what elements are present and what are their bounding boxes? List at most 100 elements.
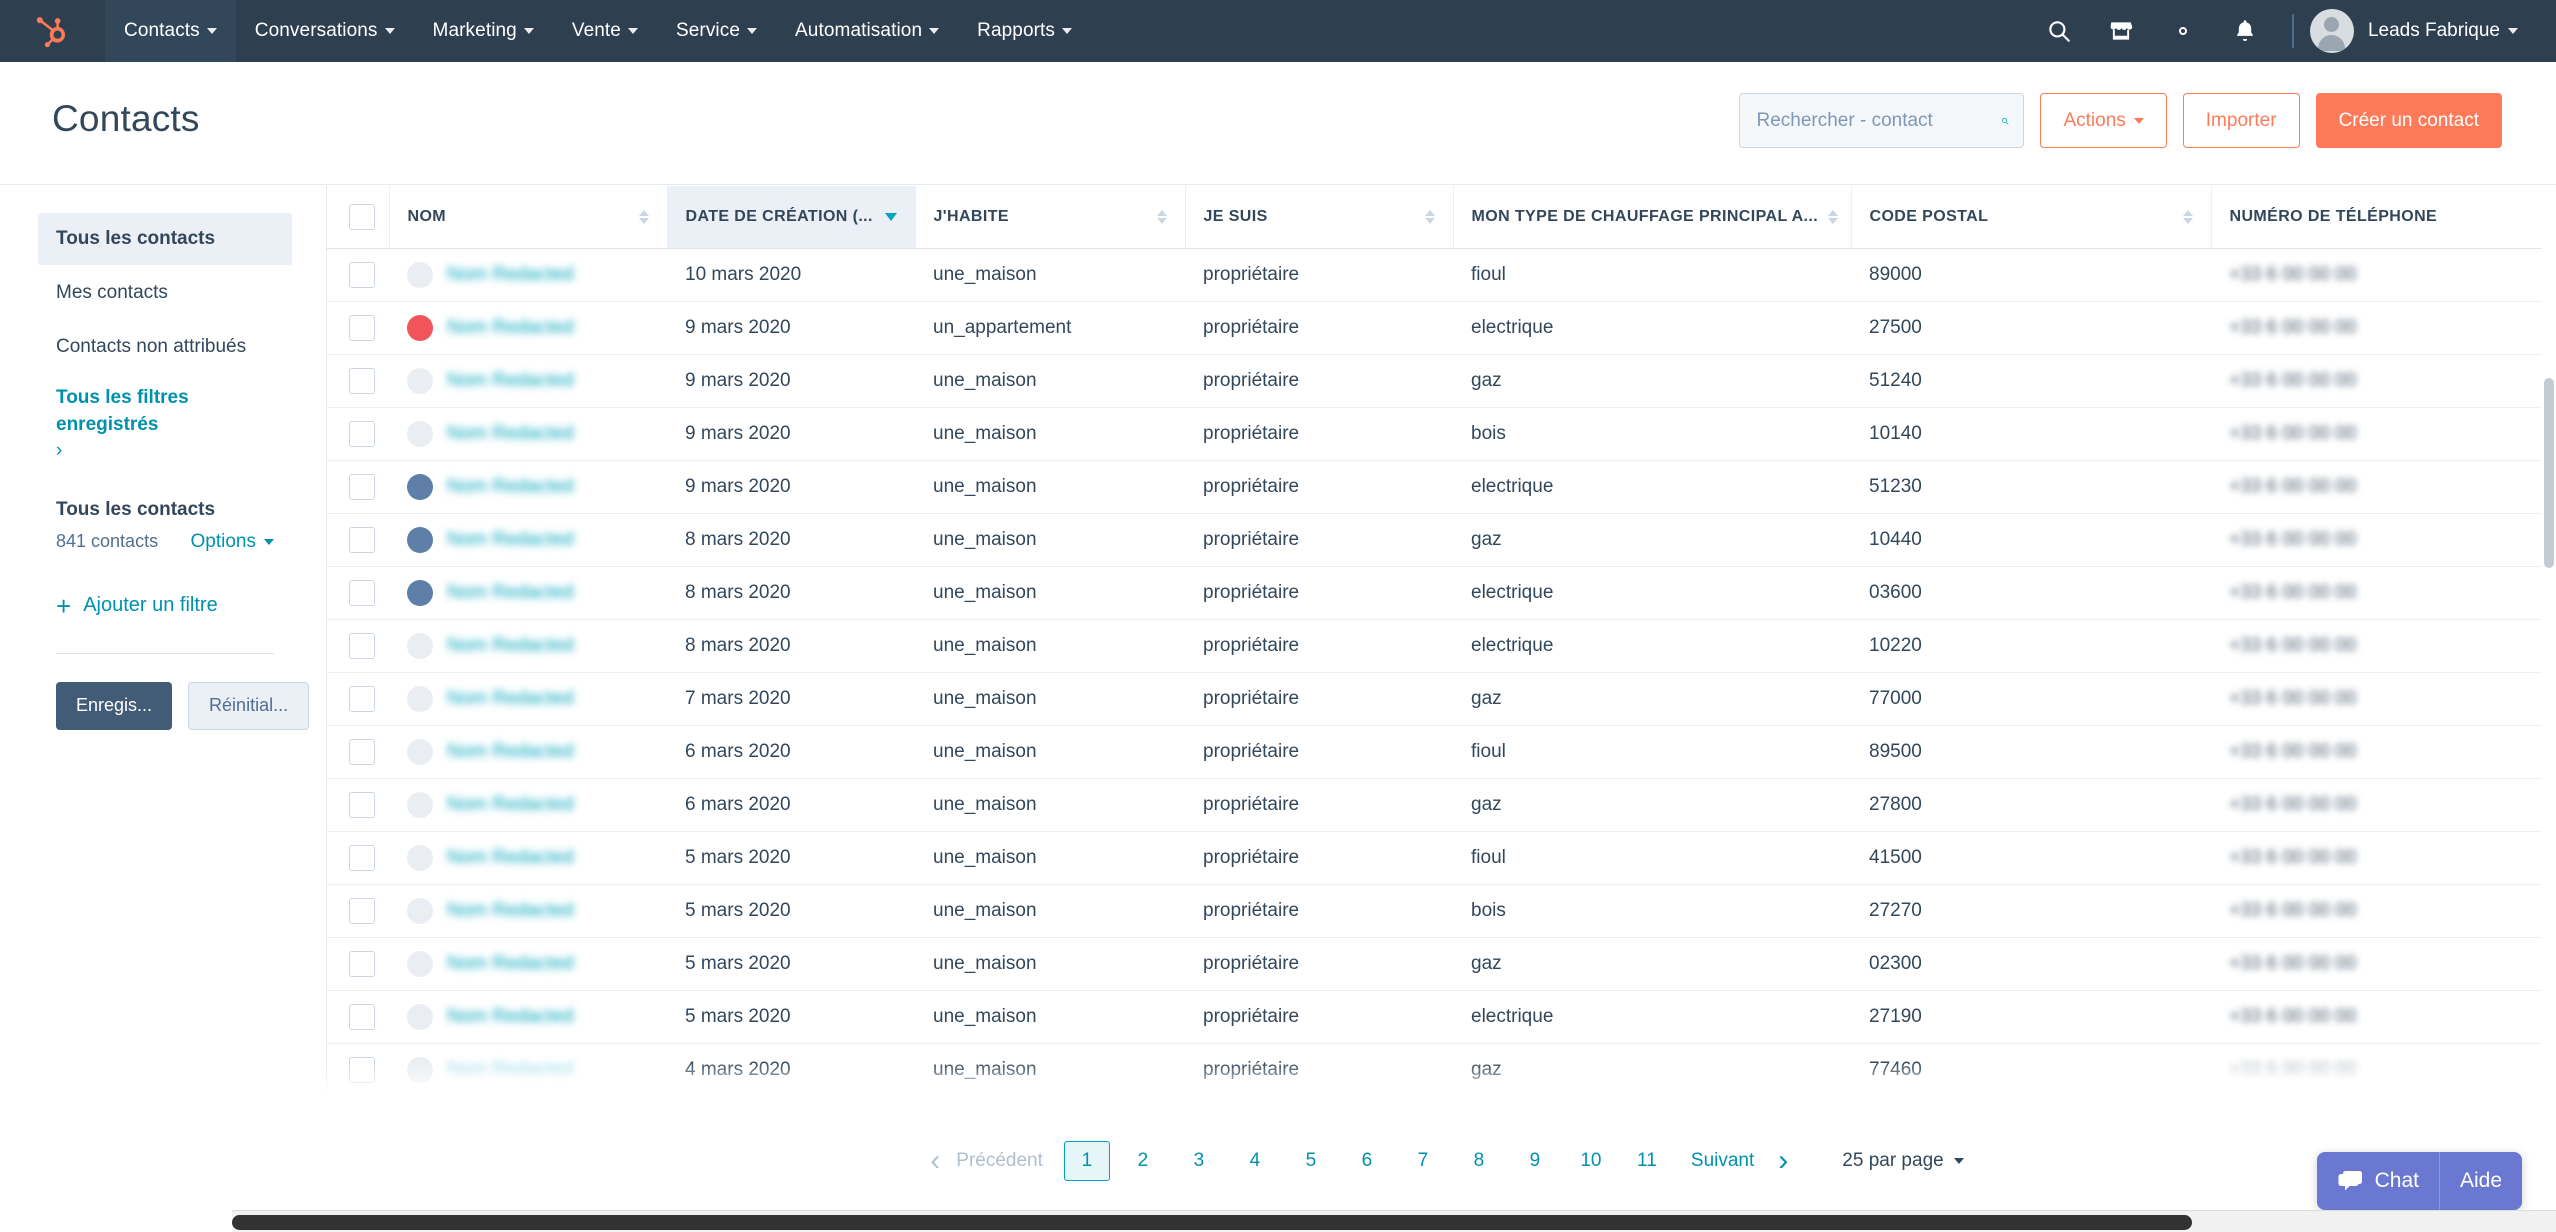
column-header-code-postal[interactable]: CODE POSTAL — [1851, 186, 2212, 249]
cell-nom[interactable]: Nom Redacted — [389, 831, 667, 885]
page-number-8[interactable]: 8 — [1456, 1141, 1502, 1181]
contact-name-link[interactable]: Nom Redacted — [447, 900, 574, 922]
row-checkbox[interactable] — [349, 685, 375, 712]
sidebar-saved-filters-link[interactable]: Tous les filtres enregistrés › — [38, 385, 292, 465]
page-number-7[interactable]: 7 — [1400, 1141, 1446, 1181]
cell-nom[interactable]: Nom Redacted — [389, 1043, 667, 1097]
cell-nom[interactable]: Nom Redacted — [389, 566, 667, 620]
row-checkbox[interactable] — [349, 738, 375, 765]
row-checkbox[interactable] — [349, 420, 375, 447]
contact-name-link[interactable]: Nom Redacted — [447, 635, 574, 657]
save-filter-button[interactable]: Enregis... — [56, 681, 173, 730]
search-input[interactable] — [1756, 109, 2002, 132]
contact-search-box[interactable] — [1739, 93, 2025, 148]
sidebar-item-contacts-non-attribues[interactable]: Contacts non attribués — [38, 321, 292, 373]
nav-item-contacts[interactable]: Contacts — [105, 0, 236, 62]
column-header-date-de-creation[interactable]: DATE DE CRÉATION (... — [667, 186, 916, 249]
row-checkbox[interactable] — [349, 897, 375, 924]
cell-nom[interactable]: Nom Redacted — [389, 672, 667, 726]
contact-name-link[interactable]: Nom Redacted — [447, 688, 574, 710]
cell-nom[interactable]: Nom Redacted — [389, 513, 667, 567]
column-header-je-suis[interactable]: JE SUIS — [1185, 186, 1454, 249]
per-page-selector[interactable]: 25 par page — [1842, 1150, 1964, 1172]
page-number-9[interactable]: 9 — [1512, 1141, 1558, 1181]
create-contact-button[interactable]: Créer un contact — [2315, 93, 2502, 148]
column-header-jhabite[interactable]: J'HABITE — [915, 186, 1186, 249]
contacts-table-container[interactable]: NOM DATE DE CRÉATION (... J'HABITE JE SU… — [326, 186, 2556, 1110]
account-menu[interactable]: Leads Fabrique — [2368, 20, 2518, 42]
sort-arrows-icon[interactable] — [1156, 209, 1167, 224]
contact-name-link[interactable]: Nom Redacted — [447, 953, 574, 975]
vertical-scrollbar-thumb[interactable] — [2544, 378, 2554, 568]
row-checkbox[interactable] — [349, 579, 375, 606]
column-header-type-de-chauffage[interactable]: MON TYPE DE CHAUFFAGE PRINCIPAL A... — [1453, 186, 1852, 249]
table-row[interactable]: Nom Redacted 5 mars 2020 une_maison proprié… — [327, 884, 2556, 938]
row-checkbox[interactable] — [349, 367, 375, 394]
table-row[interactable]: Nom Redacted 8 mars 2020 une_maison proprié… — [327, 513, 2556, 567]
contact-name-link[interactable]: Nom Redacted — [447, 264, 574, 286]
contact-name-link[interactable]: Nom Redacted — [447, 476, 574, 498]
cell-nom[interactable]: Nom Redacted — [389, 460, 667, 514]
horizontal-scrollbar-thumb[interactable] — [232, 1215, 2192, 1230]
vertical-scrollbar-track[interactable] — [2542, 186, 2556, 1110]
cell-nom[interactable]: Nom Redacted — [389, 937, 667, 991]
table-row[interactable]: Nom Redacted 8 mars 2020 une_maison proprié… — [327, 566, 2556, 620]
table-row[interactable]: Nom Redacted 9 mars 2020 un_appartement pro… — [327, 301, 2556, 355]
actions-button[interactable]: Actions — [2040, 93, 2167, 148]
sort-arrows-icon[interactable] — [1424, 209, 1435, 224]
settings-button[interactable] — [2152, 0, 2214, 62]
previous-page-arrow-icon[interactable]: ‹ — [918, 1145, 952, 1176]
sort-arrows-icon[interactable] — [2182, 209, 2193, 224]
sort-descending-icon[interactable] — [884, 212, 897, 221]
nav-item-rapports[interactable]: Rapports — [958, 0, 1091, 62]
cell-nom[interactable]: Nom Redacted — [389, 990, 667, 1044]
contact-name-link[interactable]: Nom Redacted — [447, 423, 574, 445]
nav-item-automatisation[interactable]: Automatisation — [776, 0, 958, 62]
contact-name-link[interactable]: Nom Redacted — [447, 1006, 574, 1028]
column-header-numero-de-telephone[interactable]: NUMÉRO DE TÉLÉPHONE — [2211, 186, 2556, 249]
sidebar-item-tous-les-contacts[interactable]: Tous les contacts — [38, 213, 292, 265]
cell-nom[interactable]: Nom Redacted — [389, 725, 667, 779]
reset-filter-button[interactable]: Réinitial... — [188, 681, 310, 730]
row-checkbox[interactable] — [349, 1056, 375, 1083]
global-search-button[interactable] — [2028, 0, 2090, 62]
row-checkbox[interactable] — [349, 791, 375, 818]
table-row[interactable]: Nom Redacted 9 mars 2020 une_maison proprié… — [327, 354, 2556, 408]
table-row[interactable]: Nom Redacted 5 mars 2020 une_maison proprié… — [327, 937, 2556, 991]
nav-item-vente[interactable]: Vente — [553, 0, 657, 62]
account-avatar[interactable] — [2309, 9, 2354, 53]
nav-item-marketing[interactable]: Marketing — [414, 0, 553, 62]
row-checkbox[interactable] — [349, 950, 375, 977]
page-number-3[interactable]: 3 — [1176, 1141, 1222, 1181]
cell-nom[interactable]: Nom Redacted — [389, 248, 667, 302]
table-row[interactable]: Nom Redacted 6 mars 2020 une_maison proprié… — [327, 778, 2556, 832]
notifications-button[interactable] — [2214, 0, 2276, 62]
row-checkbox[interactable] — [349, 314, 375, 341]
table-row[interactable]: Nom Redacted 4 mars 2020 une_maison proprié… — [327, 1043, 2556, 1097]
contact-name-link[interactable]: Nom Redacted — [447, 317, 574, 339]
contact-name-link[interactable]: Nom Redacted — [447, 582, 574, 604]
chat-button[interactable]: Chat — [2317, 1152, 2439, 1210]
sort-arrows-icon[interactable] — [638, 209, 649, 224]
cell-nom[interactable]: Nom Redacted — [389, 354, 667, 408]
row-checkbox[interactable] — [349, 1003, 375, 1030]
nav-item-service[interactable]: Service — [657, 0, 776, 62]
cell-nom[interactable]: Nom Redacted — [389, 778, 667, 832]
sidebar-item-mes-contacts[interactable]: Mes contacts — [38, 267, 292, 319]
table-row[interactable]: Nom Redacted 6 mars 2020 une_maison proprié… — [327, 725, 2556, 779]
import-button[interactable]: Importer — [2182, 93, 2300, 148]
contact-name-link[interactable]: Nom Redacted — [447, 741, 574, 763]
marketplace-button[interactable] — [2090, 0, 2152, 62]
previous-page-button[interactable]: Précédent — [952, 1150, 1059, 1172]
page-number-5[interactable]: 5 — [1288, 1141, 1334, 1181]
table-row[interactable]: Nom Redacted 8 mars 2020 une_maison proprié… — [327, 619, 2556, 673]
page-number-10[interactable]: 10 — [1568, 1141, 1614, 1181]
cell-nom[interactable]: Nom Redacted — [389, 301, 667, 355]
horizontal-scrollbar-track[interactable] — [0, 1210, 2556, 1232]
page-number-1[interactable]: 1 — [1063, 1140, 1110, 1181]
column-header-nom[interactable]: NOM — [389, 186, 668, 249]
table-row[interactable]: Nom Redacted 9 mars 2020 une_maison proprié… — [327, 460, 2556, 514]
row-checkbox[interactable] — [349, 632, 375, 659]
table-row[interactable]: Nom Redacted 10 mars 2020 une_maison propri… — [327, 248, 2556, 302]
cell-nom[interactable]: Nom Redacted — [389, 619, 667, 673]
